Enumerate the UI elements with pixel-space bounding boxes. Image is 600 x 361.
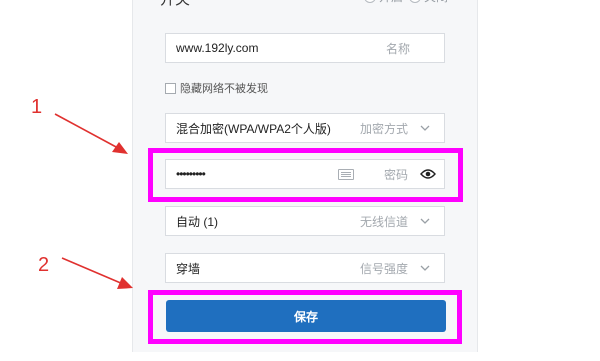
annotation-arrows — [54, 113, 133, 289]
arrow-step-1 — [54, 113, 128, 154]
arrow-step-2 — [61, 257, 133, 289]
